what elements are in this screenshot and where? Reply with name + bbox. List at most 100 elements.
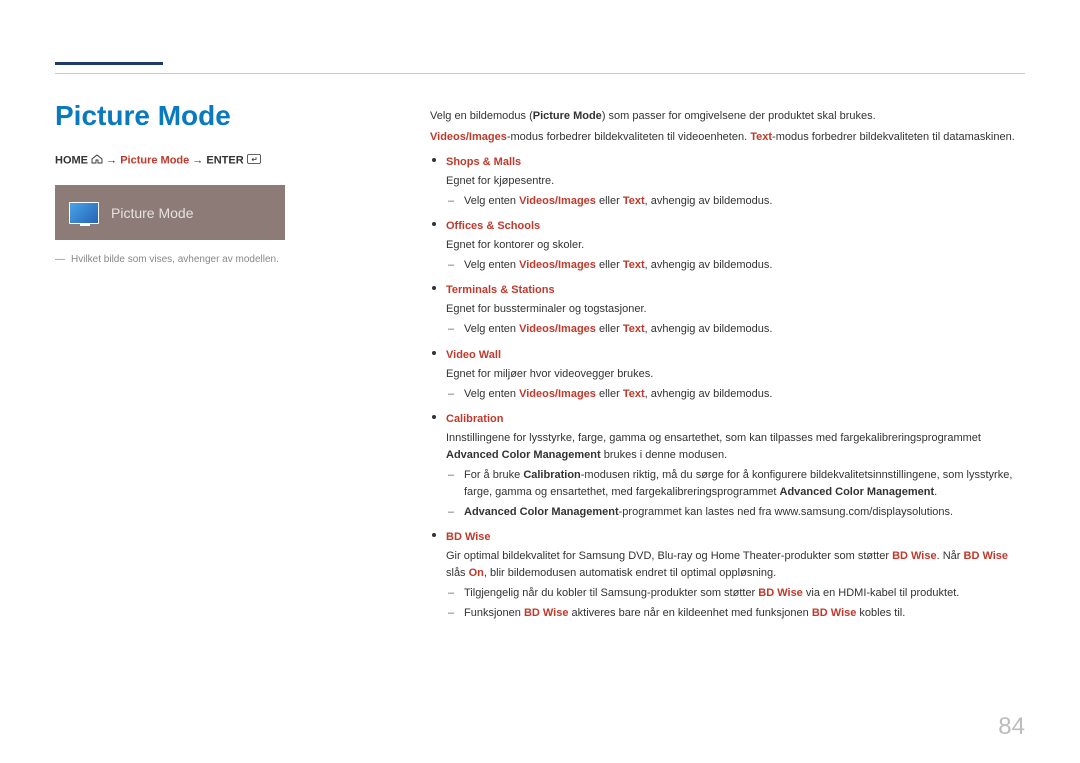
mode-videowall: Video Wall Egnet for miljøer hvor videov… [430, 347, 1025, 403]
intro1-b: Picture Mode [533, 110, 602, 122]
t: Text [623, 259, 645, 271]
t: -programmet kan lastes ned fra www.samsu… [619, 506, 953, 518]
calibration-sub1: For å bruke Calibration-modusen riktig, … [446, 467, 1025, 501]
videowall-desc: Egnet for miljøer hvor videovegger bruke… [446, 366, 1025, 383]
terminals-desc: Egnet for bussterminaler og togstasjoner… [446, 301, 1025, 318]
intro2-b: -modus forbedrer bildekvaliteten til vid… [507, 131, 750, 143]
offices-desc: Egnet for kontorer og skoler. [446, 237, 1025, 254]
bullet-icon [432, 222, 436, 226]
nav-arrow-1: → [106, 154, 117, 166]
t: Tilgjengelig når du kobler til Samsung-p… [464, 587, 758, 599]
nav-arrow-2: → [192, 154, 203, 166]
t: Advanced Color Management [446, 449, 601, 461]
left-footnote: Hvilket bilde som vises, avhenger av mod… [55, 254, 385, 265]
home-icon [91, 154, 103, 167]
nav-home: HOME [55, 154, 88, 166]
t: Videos/Images [519, 323, 596, 335]
bdwise-desc: Gir optimal bildekvalitet for Samsung DV… [446, 548, 1025, 582]
mode-terminals: Terminals & Stations Egnet for busstermi… [430, 282, 1025, 338]
intro2-a: Videos/Images [430, 131, 507, 143]
page-title: Picture Mode [55, 100, 385, 132]
bullet-icon [432, 158, 436, 162]
t: Text [623, 195, 645, 207]
terminals-sub: Velg enten Videos/Images eller Text, avh… [446, 321, 1025, 338]
intro1-a: Velg en bildemodus ( [430, 110, 533, 122]
intro2-d: -modus forbedrer bildekvaliteten til dat… [772, 131, 1015, 143]
t: Velg enten [464, 259, 519, 271]
t: . Når [937, 550, 964, 562]
mode-list: Shops & Malls Egnet for kjøpesentre. Vel… [430, 154, 1025, 622]
t: Velg enten [464, 388, 519, 400]
calibration-desc: Innstillingene for lysstyrke, farge, gam… [446, 430, 1025, 464]
videowall-sub: Velg enten Videos/Images eller Text, avh… [446, 386, 1025, 403]
calibration-sub2: Advanced Color Management-programmet kan… [446, 504, 1025, 521]
t: eller [596, 195, 623, 207]
t: For å bruke [464, 469, 523, 481]
t: eller [596, 388, 623, 400]
bdwise-sub2: Funksjonen BD Wise aktiveres bare når en… [446, 605, 1025, 622]
intro-line-1: Velg en bildemodus (Picture Mode) som pa… [430, 108, 1025, 125]
t: Calibration [523, 469, 580, 481]
t: brukes i denne modusen. [601, 449, 728, 461]
t: Funksjonen [464, 607, 524, 619]
t: eller [596, 259, 623, 271]
preview-tile: Picture Mode [55, 185, 285, 240]
bdwise-title: BD Wise [446, 531, 491, 543]
monitor-icon [69, 202, 99, 224]
page-body: Picture Mode HOME → Picture Mode → ENTER… [0, 0, 1080, 660]
mode-shops: Shops & Malls Egnet for kjøpesentre. Vel… [430, 154, 1025, 210]
bdwise-sub1: Tilgjengelig når du kobler til Samsung-p… [446, 585, 1025, 602]
t: Videos/Images [519, 388, 596, 400]
t: , avhengig av bildemodus. [645, 388, 773, 400]
mode-bdwise: BD Wise Gir optimal bildekvalitet for Sa… [430, 529, 1025, 622]
preview-label: Picture Mode [111, 205, 193, 221]
t: Innstillingene for lysstyrke, farge, gam… [446, 432, 981, 444]
bullet-icon [432, 351, 436, 355]
t: Velg enten [464, 195, 519, 207]
intro2-c: Text [750, 131, 772, 143]
enter-icon [247, 154, 261, 167]
nav-enter: ENTER [206, 154, 243, 166]
t: BD Wise [524, 607, 569, 619]
t: Advanced Color Management [780, 486, 935, 498]
header-accent-bar [55, 62, 163, 65]
mode-calibration: Calibration Innstillingene for lysstyrke… [430, 411, 1025, 521]
bullet-icon [432, 533, 436, 537]
t: via en HDMI-kabel til produktet. [803, 587, 960, 599]
t: BD Wise [812, 607, 857, 619]
t: On [469, 567, 484, 579]
calibration-title: Calibration [446, 413, 503, 425]
t: , avhengig av bildemodus. [645, 195, 773, 207]
t: slås [446, 567, 469, 579]
t: , avhengig av bildemodus. [645, 259, 773, 271]
t: Gir optimal bildekvalitet for Samsung DV… [446, 550, 892, 562]
offices-title: Offices & Schools [446, 220, 540, 232]
t: aktiveres bare når en kildeenhet med fun… [568, 607, 811, 619]
shops-sub: Velg enten Videos/Images eller Text, avh… [446, 193, 1025, 210]
t: kobles til. [856, 607, 905, 619]
t: BD Wise [892, 550, 937, 562]
bullet-icon [432, 286, 436, 290]
t: Videos/Images [519, 259, 596, 271]
t: BD Wise [964, 550, 1009, 562]
page-number: 84 [998, 713, 1025, 741]
t: , avhengig av bildemodus. [645, 323, 773, 335]
left-column: Picture Mode HOME → Picture Mode → ENTER… [55, 60, 385, 630]
t: BD Wise [758, 587, 803, 599]
t: Text [623, 388, 645, 400]
t: Videos/Images [519, 195, 596, 207]
t: Velg enten [464, 323, 519, 335]
mode-offices: Offices & Schools Egnet for kontorer og … [430, 218, 1025, 274]
terminals-title: Terminals & Stations [446, 284, 555, 296]
t: . [934, 486, 937, 498]
offices-sub: Velg enten Videos/Images eller Text, avh… [446, 257, 1025, 274]
videowall-title: Video Wall [446, 349, 501, 361]
header-rule [55, 60, 1025, 74]
nav-picture-mode: Picture Mode [120, 154, 189, 166]
shops-desc: Egnet for kjøpesentre. [446, 173, 1025, 190]
t: eller [596, 323, 623, 335]
t: Advanced Color Management [464, 506, 619, 518]
t: , blir bildemodusen automatisk endret ti… [484, 567, 776, 579]
breadcrumb: HOME → Picture Mode → ENTER [55, 154, 385, 167]
shops-title: Shops & Malls [446, 156, 521, 168]
